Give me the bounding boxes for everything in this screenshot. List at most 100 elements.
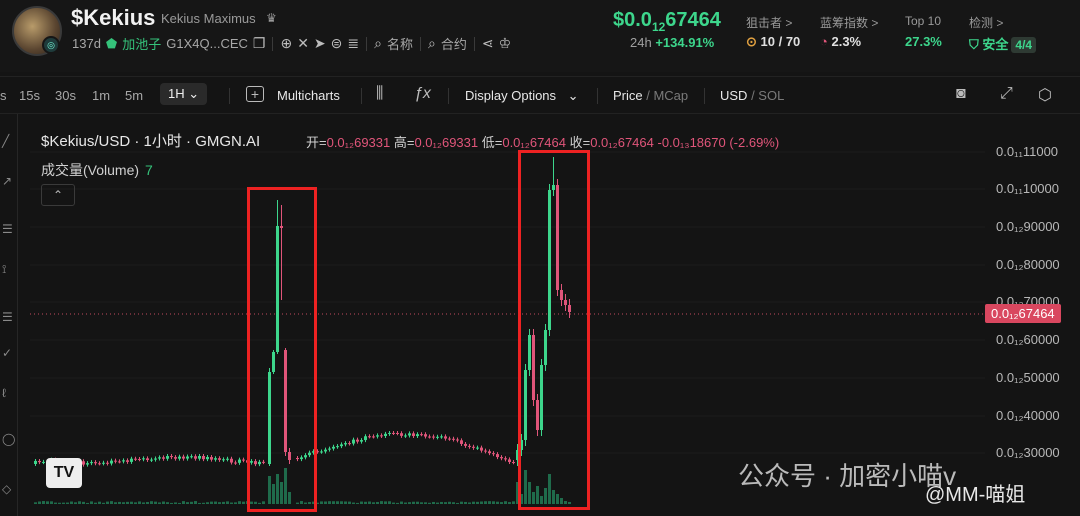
candle [360,440,363,442]
volume-bar [508,502,511,504]
volume-bar [74,502,77,504]
candle [496,454,499,457]
volume-bar [182,501,185,504]
candle [90,462,93,463]
candle [336,446,339,447]
volume-bar [70,502,73,504]
candle [118,461,121,462]
volume-bar [396,503,399,504]
highlight-box-2 [518,150,590,510]
price-axis-label: 0.0₁₂80000 [996,257,1060,272]
volume-bar [504,501,507,504]
volume-bar [408,502,411,504]
price-axis-label: 0.0₁₂30000 [996,445,1060,460]
volume-bar [388,501,391,504]
volume-bar [106,502,109,504]
volume-bar [134,502,137,504]
candle [162,457,165,458]
candle [400,433,403,436]
candle [436,437,439,438]
volume-bar [42,501,45,504]
candle [340,444,343,446]
volume-bar [400,502,403,504]
volume-bar [110,501,113,504]
volume-bar [460,502,463,504]
candle [492,453,495,454]
volume-bar [178,503,181,504]
volume-bar [58,503,61,504]
candle [186,456,189,458]
volume-bar [54,503,57,504]
candle [512,462,515,463]
volume-bar [472,502,475,504]
volume-bar [444,502,447,504]
candle [198,456,201,459]
candle [320,451,323,452]
candle [420,434,423,435]
volume-bar [162,502,165,504]
volume-bar [34,502,37,504]
volume-bar [234,502,237,504]
candle [332,447,335,449]
volume-bar [138,501,141,504]
volume-bar [432,502,435,504]
candle [324,450,327,452]
candle [416,434,419,436]
volume-bar [468,502,471,504]
volume-bar [484,501,487,504]
candle [428,437,431,438]
volume-bar [452,502,455,504]
candle [380,435,383,436]
volume-bar [218,502,221,504]
volume-bar [62,503,65,504]
candle [126,460,129,462]
candle [234,463,237,464]
candle [364,436,367,440]
candle [102,463,105,464]
candle [352,440,355,444]
candle [384,434,387,436]
candle [432,437,435,438]
chart-grid [30,152,985,453]
collapse-legend-button[interactable]: ⌃ [41,184,75,206]
candle [38,461,41,462]
volume-bar [500,502,503,504]
volume-bar [210,502,213,504]
candle [448,439,451,440]
candle [408,433,411,435]
volume-bar [320,501,323,504]
candle [86,463,89,464]
volume-bar [496,502,499,504]
candle [122,460,125,461]
candle [508,459,511,462]
candle [376,435,379,436]
chart-legend-ohlc: 开=0.0₁₂69331 高=0.0₁₂69331 低=0.0₁₂67464 收… [306,132,779,151]
candle [138,459,141,460]
volume-bar [492,501,495,504]
volume-bar [372,502,375,504]
volume-bar [202,503,205,504]
candle [194,456,197,458]
volume-bar [154,502,157,504]
candle [452,439,455,440]
price-axis-label: 0.0₁₂50000 [996,370,1060,385]
volume-bar [194,501,197,504]
volume-bar [412,502,415,504]
candle [130,459,133,462]
volume-bar [404,503,407,504]
candle [202,456,205,459]
volume-bar [170,503,173,504]
candle [114,461,117,462]
candle [368,436,371,437]
volume-bar [130,502,133,504]
volume-bar [50,501,53,504]
candle [348,443,351,444]
volume-bar [356,503,359,504]
candle [154,459,157,460]
candle [110,461,113,464]
volume-bar [174,502,177,504]
volume-bar [206,502,209,504]
candle [34,461,37,464]
volume-bar [344,501,347,504]
volume-bar [190,502,193,504]
